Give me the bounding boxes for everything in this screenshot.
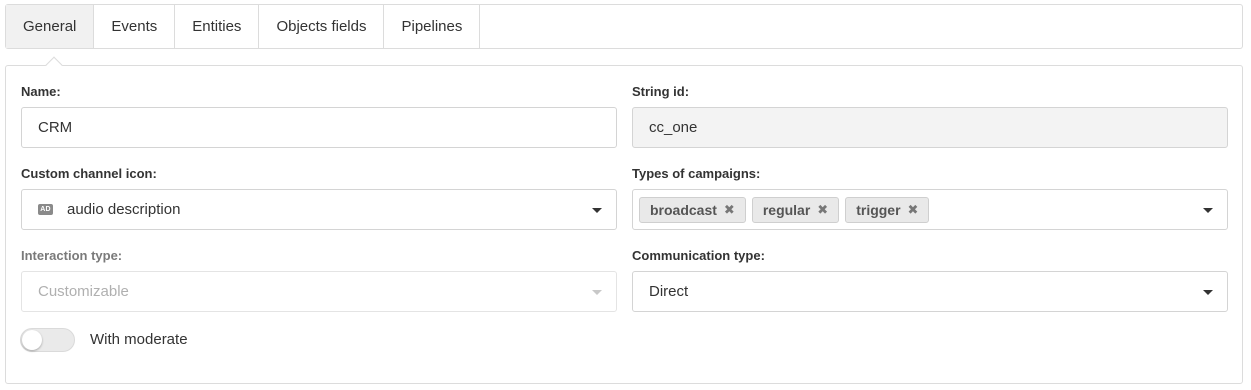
- custom-channel-icon-value: audio description: [67, 201, 181, 218]
- tag-label: trigger: [856, 201, 901, 218]
- tab-objects-fields[interactable]: Objects fields: [259, 5, 385, 48]
- campaign-tag-broadcast: broadcast ✖: [639, 196, 746, 223]
- general-settings-panel: Name: String id: cc_one Custom channel i…: [5, 56, 1243, 384]
- remove-icon[interactable]: ✖: [908, 202, 919, 218]
- tag-label: broadcast: [650, 201, 717, 218]
- chevron-down-icon[interactable]: [1203, 290, 1213, 295]
- tab-bar: General Events Entities Objects fields P…: [5, 4, 1243, 49]
- interaction-type-select: Customizable: [21, 271, 617, 312]
- campaign-tag-regular: regular ✖: [751, 196, 840, 223]
- toggle-knob: [22, 330, 42, 350]
- tab-general[interactable]: General: [6, 5, 95, 48]
- name-input[interactable]: [38, 119, 600, 136]
- communication-type-select[interactable]: Direct: [632, 271, 1228, 312]
- chevron-down-icon[interactable]: [1203, 208, 1213, 213]
- chevron-down-icon: [592, 290, 602, 295]
- with-moderate-label: With moderate: [90, 331, 188, 348]
- string-id-field: cc_one: [632, 107, 1228, 148]
- panel-pointer: [45, 56, 63, 74]
- interaction-type-label: Interaction type:: [21, 248, 123, 263]
- string-id-label: String id:: [632, 84, 690, 99]
- remove-icon[interactable]: ✖: [817, 202, 828, 218]
- name-field[interactable]: [21, 107, 617, 148]
- communication-type-value: Direct: [649, 283, 689, 300]
- chevron-down-icon[interactable]: [592, 208, 602, 213]
- tab-pipelines[interactable]: Pipelines: [384, 5, 481, 48]
- interaction-type-value: Customizable: [38, 283, 129, 300]
- remove-icon[interactable]: ✖: [724, 202, 735, 218]
- types-of-campaigns-multiselect[interactable]: broadcast ✖ regular ✖ trigger ✖: [632, 189, 1228, 230]
- types-of-campaigns-label: Types of campaigns:: [632, 166, 761, 181]
- name-label: Name:: [21, 84, 61, 99]
- string-id-value: cc_one: [649, 119, 698, 136]
- custom-channel-icon-select[interactable]: AD audio description: [21, 189, 617, 230]
- tab-entities[interactable]: Entities: [175, 5, 260, 48]
- with-moderate-toggle[interactable]: [20, 328, 75, 352]
- audio-description-icon: AD: [38, 204, 53, 215]
- campaign-tag-trigger: trigger ✖: [845, 196, 930, 223]
- communication-type-label: Communication type:: [632, 248, 765, 263]
- tab-events[interactable]: Events: [94, 5, 176, 48]
- custom-channel-icon-label: Custom channel icon:: [21, 166, 157, 181]
- tag-label: regular: [762, 201, 811, 218]
